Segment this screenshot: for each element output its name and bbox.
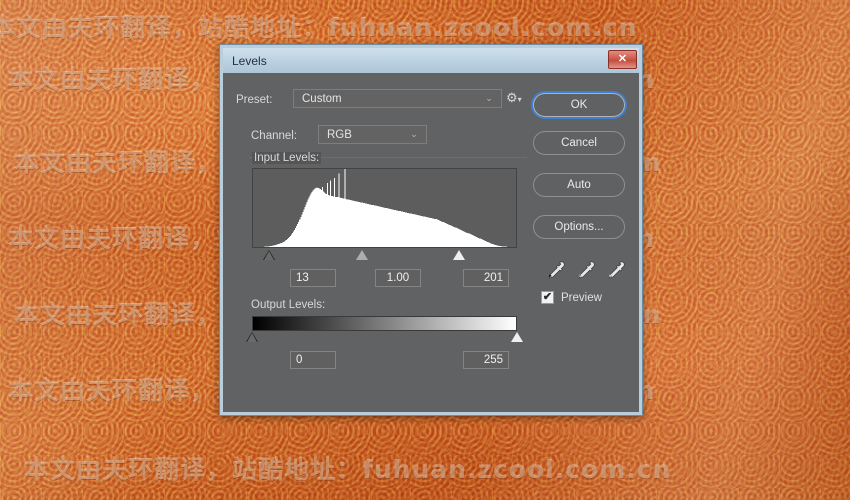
gear-icon[interactable]: ⚙▾ [506,91,522,104]
dialog-body: Preset: Custom ⌄ ⚙▾ Channel: RGB ⌄ Input… [223,73,639,412]
preset-label: Preset: [236,94,273,106]
output-slider-track[interactable] [246,332,523,344]
set-white-point-eyedropper[interactable] [605,260,625,280]
output-white-field[interactable]: 255 [463,351,509,369]
midtone-input-field[interactable]: 1.00 [375,269,421,287]
options-button[interactable]: Options... [533,215,625,239]
preview-label: Preview [561,291,602,304]
channel-value: RGB [327,128,352,141]
midtone-input-slider[interactable] [356,250,368,260]
histogram-plot [253,169,516,247]
preview-checkbox[interactable]: ✔ Preview [541,291,602,304]
auto-button[interactable]: Auto [533,173,625,197]
shadow-input-field[interactable]: 13 [290,269,336,287]
close-icon[interactable]: ✕ [608,50,637,69]
channel-dropdown[interactable]: RGB ⌄ [318,125,427,144]
set-gray-point-eyedropper[interactable] [575,260,595,280]
output-white-slider[interactable] [511,332,523,342]
preset-dropdown[interactable]: Custom ⌄ [293,89,502,108]
histogram [252,168,517,248]
cancel-button[interactable]: Cancel [533,131,625,155]
ok-button[interactable]: OK [533,93,625,117]
dialog-inner: Levels ✕ Preset: Custom ⌄ ⚙▾ Channel: RG… [223,48,639,412]
shadow-input-slider[interactable] [263,250,275,260]
input-slider-track[interactable] [252,250,517,262]
dialog-titlebar[interactable]: Levels ✕ [223,48,639,73]
dialog-title: Levels [232,53,267,68]
set-black-point-eyedropper[interactable] [545,260,565,280]
chevron-down-icon: ⌄ [485,93,493,103]
checkbox-check-icon: ✔ [541,291,554,304]
highlight-input-slider[interactable] [453,250,465,260]
chevron-down-icon: ⌄ [410,129,418,139]
output-gradient-ramp [252,316,517,331]
output-levels-label: Output Levels: [251,299,326,311]
preset-value: Custom [302,92,342,105]
output-black-slider[interactable] [246,332,258,342]
input-levels-label: Input Levels: [252,152,322,164]
output-black-field[interactable]: 0 [290,351,336,369]
levels-dialog: Levels ✕ Preset: Custom ⌄ ⚙▾ Channel: RG… [219,44,643,416]
highlight-input-field[interactable]: 201 [463,269,509,287]
channel-label: Channel: [251,130,298,142]
